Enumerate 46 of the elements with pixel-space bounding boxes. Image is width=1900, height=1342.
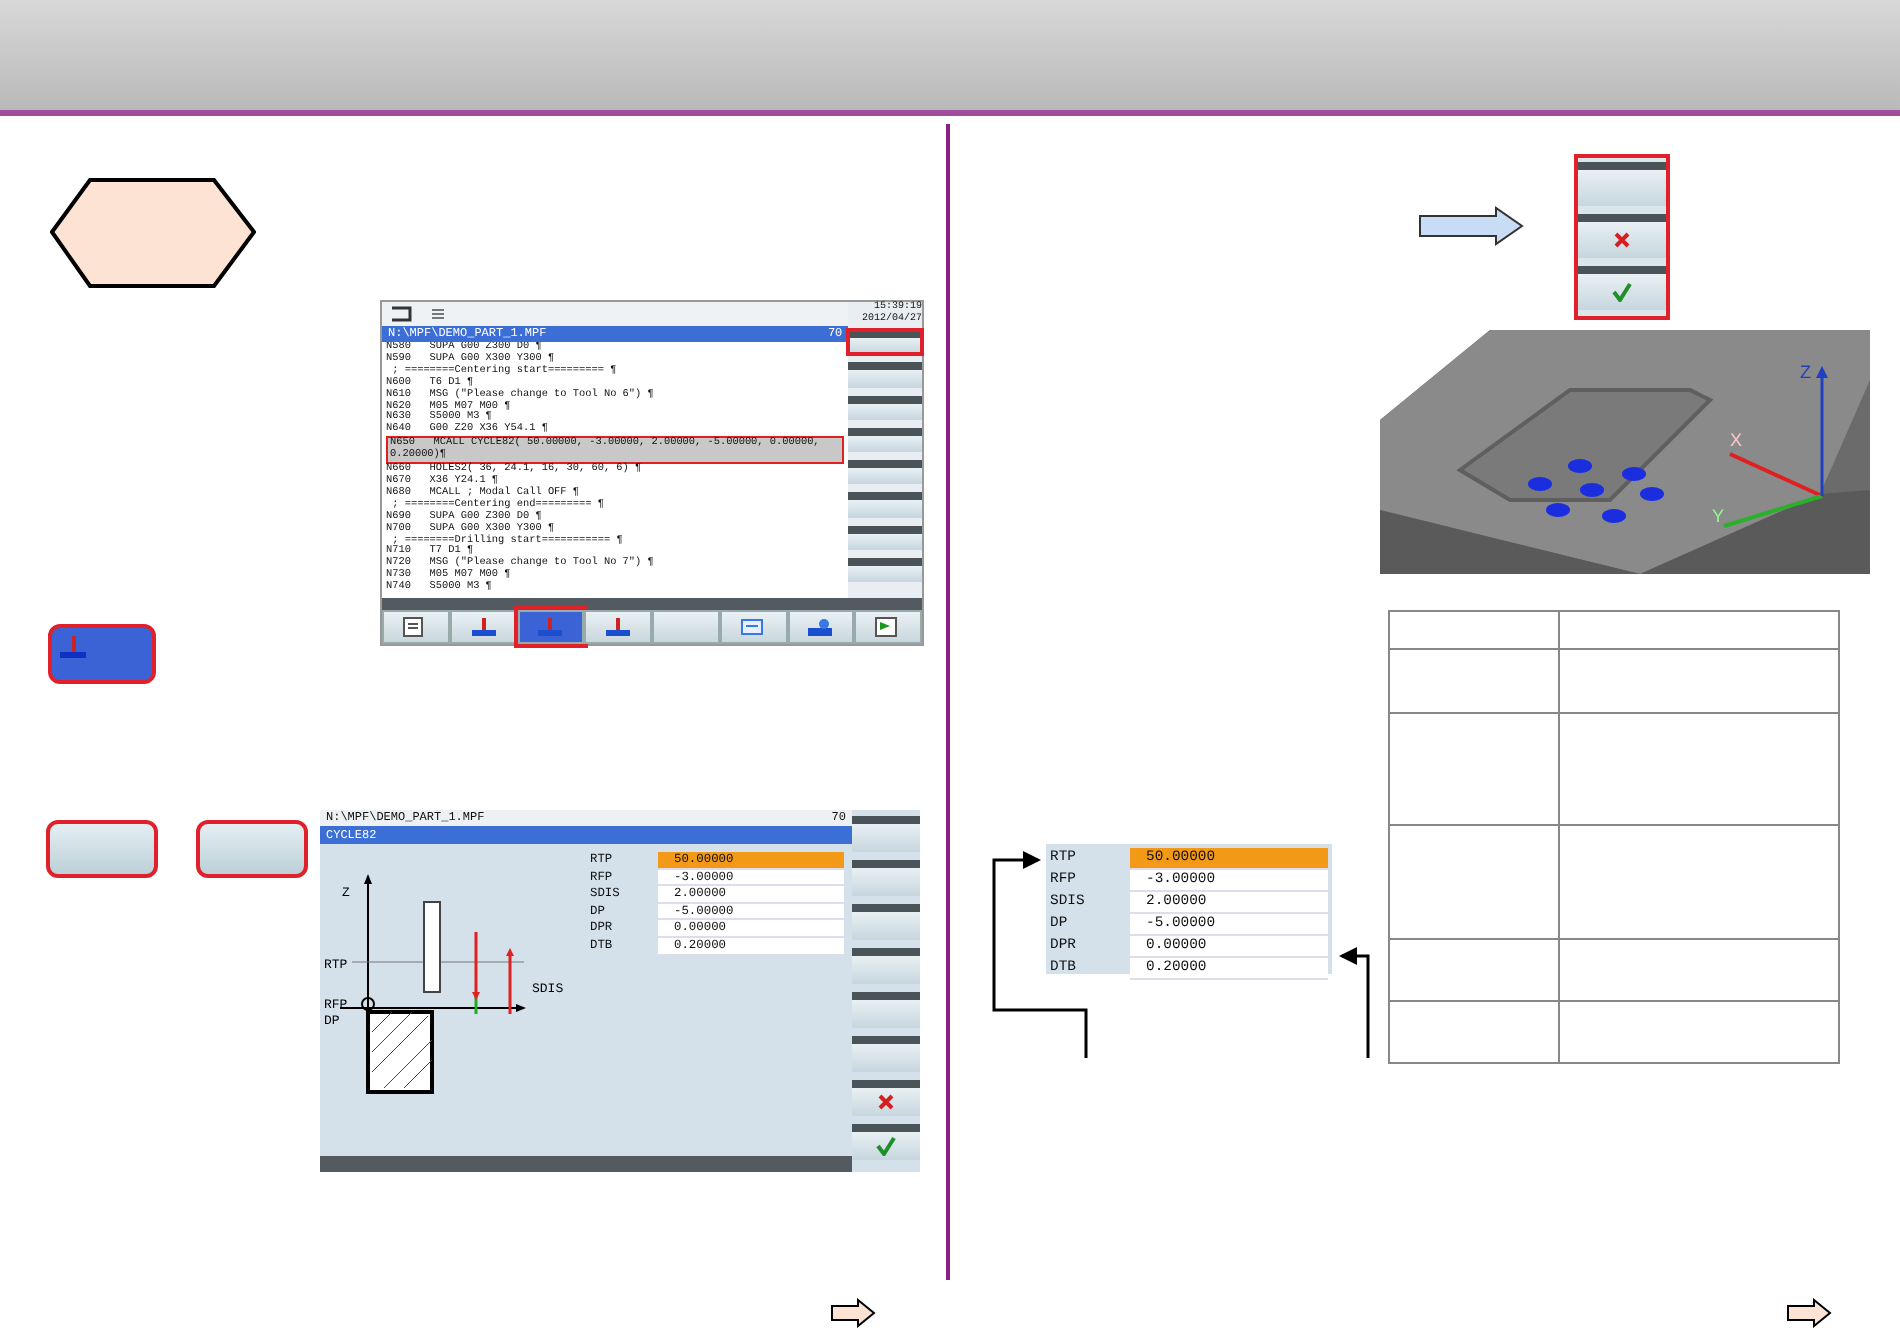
softkey[interactable] [1578, 214, 1666, 258]
softkey[interactable] [848, 395, 922, 420]
softkey[interactable] [848, 557, 922, 582]
softkey[interactable] [852, 1080, 920, 1116]
contour-icon [739, 615, 768, 638]
softkey[interactable] [848, 525, 922, 550]
softkey[interactable] [1578, 162, 1666, 206]
mill-icon [806, 615, 835, 638]
softkey[interactable] [848, 427, 922, 452]
softkey[interactable] [848, 330, 922, 355]
softkey[interactable] [852, 860, 920, 896]
softkey[interactable] [852, 1036, 920, 1072]
softkey[interactable] [652, 609, 720, 644]
arrow-icon[interactable] [1786, 1298, 1832, 1329]
softkey[interactable] [848, 460, 922, 485]
softkey[interactable] [848, 492, 922, 517]
softkey[interactable] [852, 904, 920, 940]
softkey[interactable] [584, 609, 652, 644]
drill-softkey[interactable] [48, 624, 156, 684]
softkey[interactable] [1578, 266, 1666, 310]
simulation-icon [874, 615, 903, 638]
softkey[interactable] [719, 609, 787, 644]
softkey[interactable] [852, 1124, 920, 1160]
cancel-icon [878, 1094, 894, 1110]
arrow-shape [1418, 205, 1526, 246]
drill-icon [536, 615, 565, 638]
cancel-icon [1614, 232, 1630, 248]
softkey[interactable] [852, 948, 920, 984]
softkey[interactable] [852, 992, 920, 1028]
drill-icon [604, 615, 633, 638]
check-icon [1612, 282, 1632, 302]
drill-icon [58, 634, 90, 662]
softkey[interactable] [382, 609, 450, 644]
softkey[interactable] [854, 609, 922, 644]
softkey[interactable] [46, 820, 158, 878]
arrow-icon[interactable] [830, 1298, 876, 1329]
axis-label: Y [1712, 506, 1725, 526]
softkey[interactable] [787, 609, 855, 644]
check-icon [876, 1136, 896, 1156]
drill-icon [469, 615, 498, 638]
axis-label: Z [1800, 362, 1811, 382]
connector-arrow [1339, 947, 1370, 1058]
softkey[interactable] [852, 816, 920, 852]
axis-label: X [1730, 430, 1743, 450]
softkey[interactable] [196, 820, 308, 878]
softkey[interactable] [848, 362, 922, 387]
